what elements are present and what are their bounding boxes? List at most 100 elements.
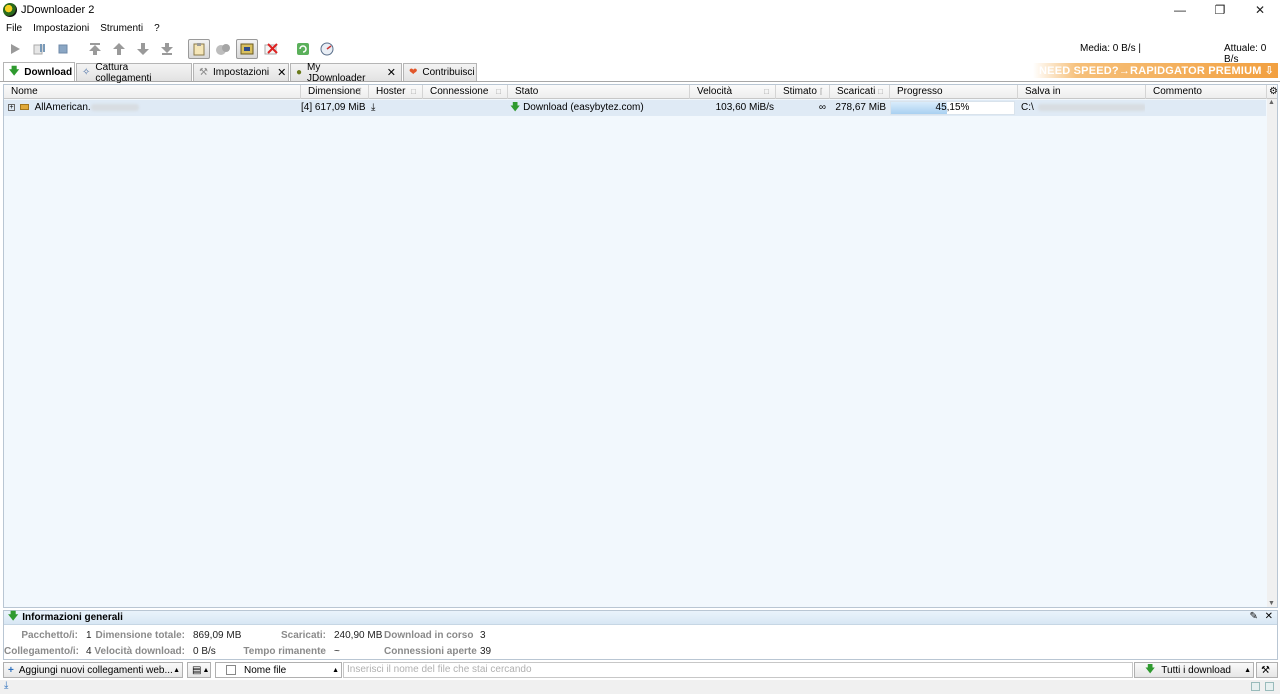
tab-download[interactable]: 🡇 Download (3, 62, 75, 81)
minimize-button[interactable]: — (1160, 0, 1200, 20)
sort-icon: ⌈ (819, 87, 823, 96)
progress-text: 45,15% (935, 102, 970, 113)
start-download-button[interactable] (4, 39, 26, 59)
table-row[interactable]: + AllAmerican. [4] 617,09 MiB ⤓ 🡇 Downlo… (4, 100, 1266, 116)
column-connection[interactable]: Connessione □ (423, 85, 508, 99)
vertical-scrollbar[interactable]: ▲ ▼ (1267, 99, 1277, 607)
title-bar: JDownloader 2 — ❐ ✕ (0, 0, 1280, 20)
view-select[interactable]: 🡇 Tutti i download ▲ (1134, 662, 1254, 678)
close-window-button[interactable]: ✕ (1240, 0, 1280, 20)
row-size: [4] 617,09 MiB (301, 102, 366, 113)
filter-select[interactable]: Nome file ▲ (215, 662, 342, 678)
status-download-arrow-icon: ⤓ (4, 680, 9, 691)
add-links-button[interactable]: + Aggiungi nuovi collegamenti web... ▲ (3, 662, 183, 678)
list-view-icon: ▤ (192, 664, 202, 676)
column-progress[interactable]: Progresso (890, 85, 1018, 99)
expand-icon[interactable]: + (8, 103, 15, 111)
status-download-icon: 🡇 (510, 102, 521, 113)
move-down-button[interactable] (132, 39, 154, 59)
general-info-panel: 🡇 Informazioni generali ✎ ✕ Pacchetto/i:… (3, 610, 1278, 660)
download-arrow-icon: 🡇 (9, 65, 20, 77)
pause-icon (33, 44, 45, 55)
menu-bar: File Impostazioni Strumenti ? (0, 20, 1280, 37)
lock-icon: □ (878, 87, 883, 96)
column-comment[interactable]: Commento (1146, 85, 1267, 99)
row-status: Download (easybytez.com) (523, 102, 644, 113)
shutdown-button[interactable] (260, 39, 282, 59)
tools-icon: ⚒ (1261, 664, 1270, 676)
column-size[interactable]: Dimensione ⌈ (301, 85, 369, 99)
scroll-up-icon[interactable]: ▲ (1268, 99, 1275, 106)
refresh-icon (297, 43, 309, 55)
download-table: Nome Dimensione ⌈ Hoster □ Connessione □ St… (3, 84, 1278, 608)
column-save-in[interactable]: Salva in (1018, 85, 1146, 99)
menu-settings[interactable]: Impostazioni (33, 23, 89, 34)
remove-icon (264, 43, 278, 55)
close-tab-my-jdownloader-icon[interactable]: ✕ (387, 66, 396, 79)
table-header: Nome Dimensione ⌈ Hoster □ Connessione □ St… (4, 85, 1277, 99)
package-name: AllAmerican. (34, 102, 91, 113)
current-speed: Attuale: 0 B/s (1224, 43, 1267, 65)
view-options-button[interactable]: ▤ ▲ (187, 662, 211, 678)
column-eta[interactable]: Stimato ⌈ (776, 85, 830, 99)
scroll-down-icon[interactable]: ▼ (1268, 600, 1275, 607)
pin-icon[interactable]: ✎ (1249, 611, 1257, 622)
clipboard-monitor-button[interactable] (188, 39, 210, 59)
status-tray-icon[interactable] (1251, 682, 1260, 691)
column-name[interactable]: Nome (4, 85, 301, 99)
sort-icon: ⌈ (358, 87, 362, 96)
column-speed[interactable]: Velocità □ (690, 85, 776, 99)
tab-contribute[interactable]: ❤ Contribuisci (403, 63, 477, 81)
dropdown-arrow-icon: ▲ (173, 666, 180, 674)
search-input[interactable]: Inserisci il nome del file che stai cerc… (343, 662, 1133, 678)
play-icon (11, 44, 20, 54)
lock-icon: □ (411, 87, 416, 96)
rapidgator-promo-banner[interactable]: NEED SPEED?→RAPIDGATOR PREMIUM ⇩ (1033, 63, 1278, 78)
row-downloaded: 278,67 MiB (835, 102, 886, 113)
clipboard-icon (193, 43, 205, 56)
reconnect-button[interactable] (212, 39, 234, 59)
update-button[interactable] (292, 39, 314, 59)
column-hoster[interactable]: Hoster □ (369, 85, 423, 99)
arrow-top-icon (89, 43, 101, 55)
move-up-button[interactable] (108, 39, 130, 59)
checkbox-icon (226, 665, 236, 675)
tab-linkgrabber[interactable]: ✧ Cattura collegamenti (76, 62, 192, 84)
arrow-down-icon (137, 43, 149, 55)
close-tab-settings-icon[interactable]: ✕ (277, 66, 286, 79)
column-status[interactable]: Stato (508, 85, 690, 99)
premium-toggle-button[interactable] (236, 39, 258, 59)
row-eta: ∞ (818, 102, 826, 113)
column-downloaded[interactable]: Scaricati □ (830, 85, 890, 99)
menu-tools[interactable]: Strumenti (100, 23, 143, 34)
hoster-download-icon: ⤓ (371, 102, 376, 113)
lock-icon: □ (764, 87, 769, 96)
row-speed: 103,60 MiB/s (715, 102, 774, 113)
row-save-in: C:\ (1021, 102, 1034, 113)
speed-meter-button[interactable] (316, 39, 338, 59)
jdownloader-logo-icon: ● (296, 67, 303, 78)
plus-icon: + (8, 664, 14, 676)
speedometer-icon (320, 42, 334, 56)
tab-my-jdownloader[interactable]: ● My JDownloader ✕ (290, 62, 402, 84)
close-panel-icon[interactable]: ✕ (1265, 611, 1273, 622)
move-bottom-button[interactable] (156, 39, 178, 59)
heart-icon: ❤ (409, 67, 418, 78)
move-top-button[interactable] (84, 39, 106, 59)
restore-button[interactable]: ❐ (1200, 0, 1240, 20)
tab-settings[interactable]: ⚒ Impostazioni ✕ (193, 63, 289, 81)
view-dropdown-icon: ▲ (202, 666, 210, 674)
menu-file[interactable]: File (6, 23, 22, 34)
menu-help[interactable]: ? (154, 23, 160, 34)
promo-download-icon: ⇩ (1264, 65, 1274, 77)
pause-button[interactable] (28, 39, 50, 59)
window-title: JDownloader 2 (21, 4, 95, 16)
stop-button[interactable] (52, 39, 74, 59)
filter-dropdown-icon: ▲ (332, 666, 339, 674)
status-tray-icon-2[interactable] (1265, 682, 1274, 691)
column-settings-icon[interactable]: ⚙ (1267, 85, 1277, 99)
average-speed: Media: 0 B/s | (1080, 43, 1141, 54)
reconnect-icon (216, 44, 230, 55)
arrow-bottom-icon (161, 43, 173, 55)
quick-settings-button[interactable]: ⚒ (1256, 662, 1278, 678)
